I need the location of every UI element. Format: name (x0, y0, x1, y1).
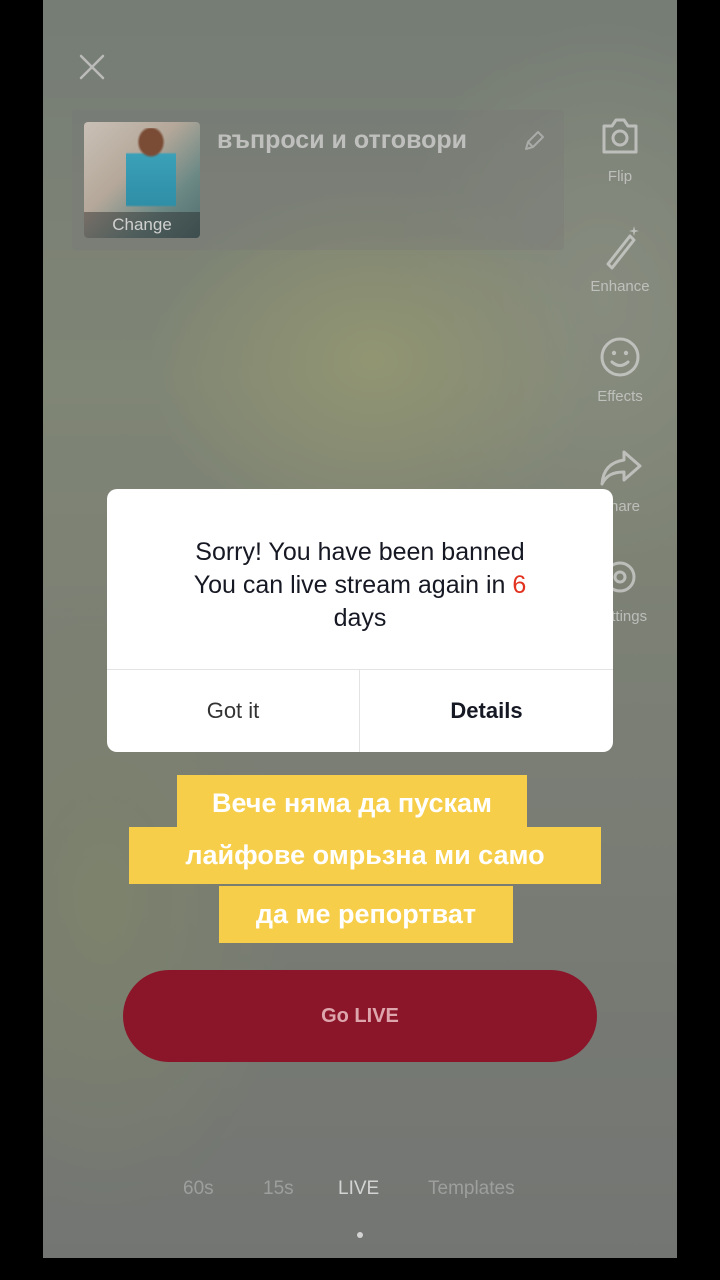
pencil-icon (525, 131, 544, 150)
mode-indicator-dot (357, 1232, 363, 1238)
got-it-button[interactable]: Got it (107, 670, 359, 752)
ban-message-line-3: days (333, 604, 387, 632)
ban-message-line-2: You can live stream again in 6 (127, 569, 593, 602)
enhance-tool[interactable]: Enhance (580, 222, 660, 295)
flip-tool[interactable]: Flip (580, 112, 660, 185)
edit-title-button[interactable] (521, 128, 547, 154)
mode-selector: 60s 15s LIVE Templates (43, 1178, 677, 1208)
ban-dialog: Sorry! You have been banned You can live… (107, 489, 613, 752)
go-live-button[interactable]: Go LIVE (123, 970, 597, 1062)
magic-wand-icon (606, 226, 639, 270)
mode-templates[interactable]: Templates (428, 1178, 515, 1200)
ban-message: Sorry! You have been banned You can live… (127, 536, 593, 635)
live-title-card: Change въпроси и отговори (72, 110, 564, 250)
cover-image[interactable]: Change (84, 122, 200, 238)
details-button[interactable]: Details (360, 670, 613, 752)
close-icon (79, 54, 105, 80)
mode-15s[interactable]: 15s (263, 1178, 294, 1200)
ban-message-line-2-text: You can live stream again in (193, 571, 513, 599)
flip-label: Flip (607, 168, 633, 185)
close-button[interactable] (75, 50, 109, 84)
mode-live[interactable]: LIVE (338, 1178, 379, 1200)
mode-60s[interactable]: 60s (183, 1178, 214, 1200)
caption-line-3: да ме репортват (219, 886, 513, 943)
effects-label: Effects (597, 388, 643, 405)
effects-tool[interactable]: Effects (580, 332, 660, 405)
share-arrow-icon (600, 450, 642, 486)
ban-days-count: 6 (512, 571, 527, 599)
caption-line-1: Вече няма да пускам (177, 775, 527, 832)
ban-message-line-1: Sorry! You have been banned (195, 538, 525, 566)
cover-change-label[interactable]: Change (84, 212, 200, 238)
caption-line-2: лайфове омрьзна ми само (129, 827, 601, 884)
live-title-text[interactable]: въпроси и отговори (217, 126, 467, 155)
smiley-icon (600, 337, 640, 377)
enhance-label: Enhance (590, 278, 650, 295)
flip-camera-icon (602, 118, 638, 154)
